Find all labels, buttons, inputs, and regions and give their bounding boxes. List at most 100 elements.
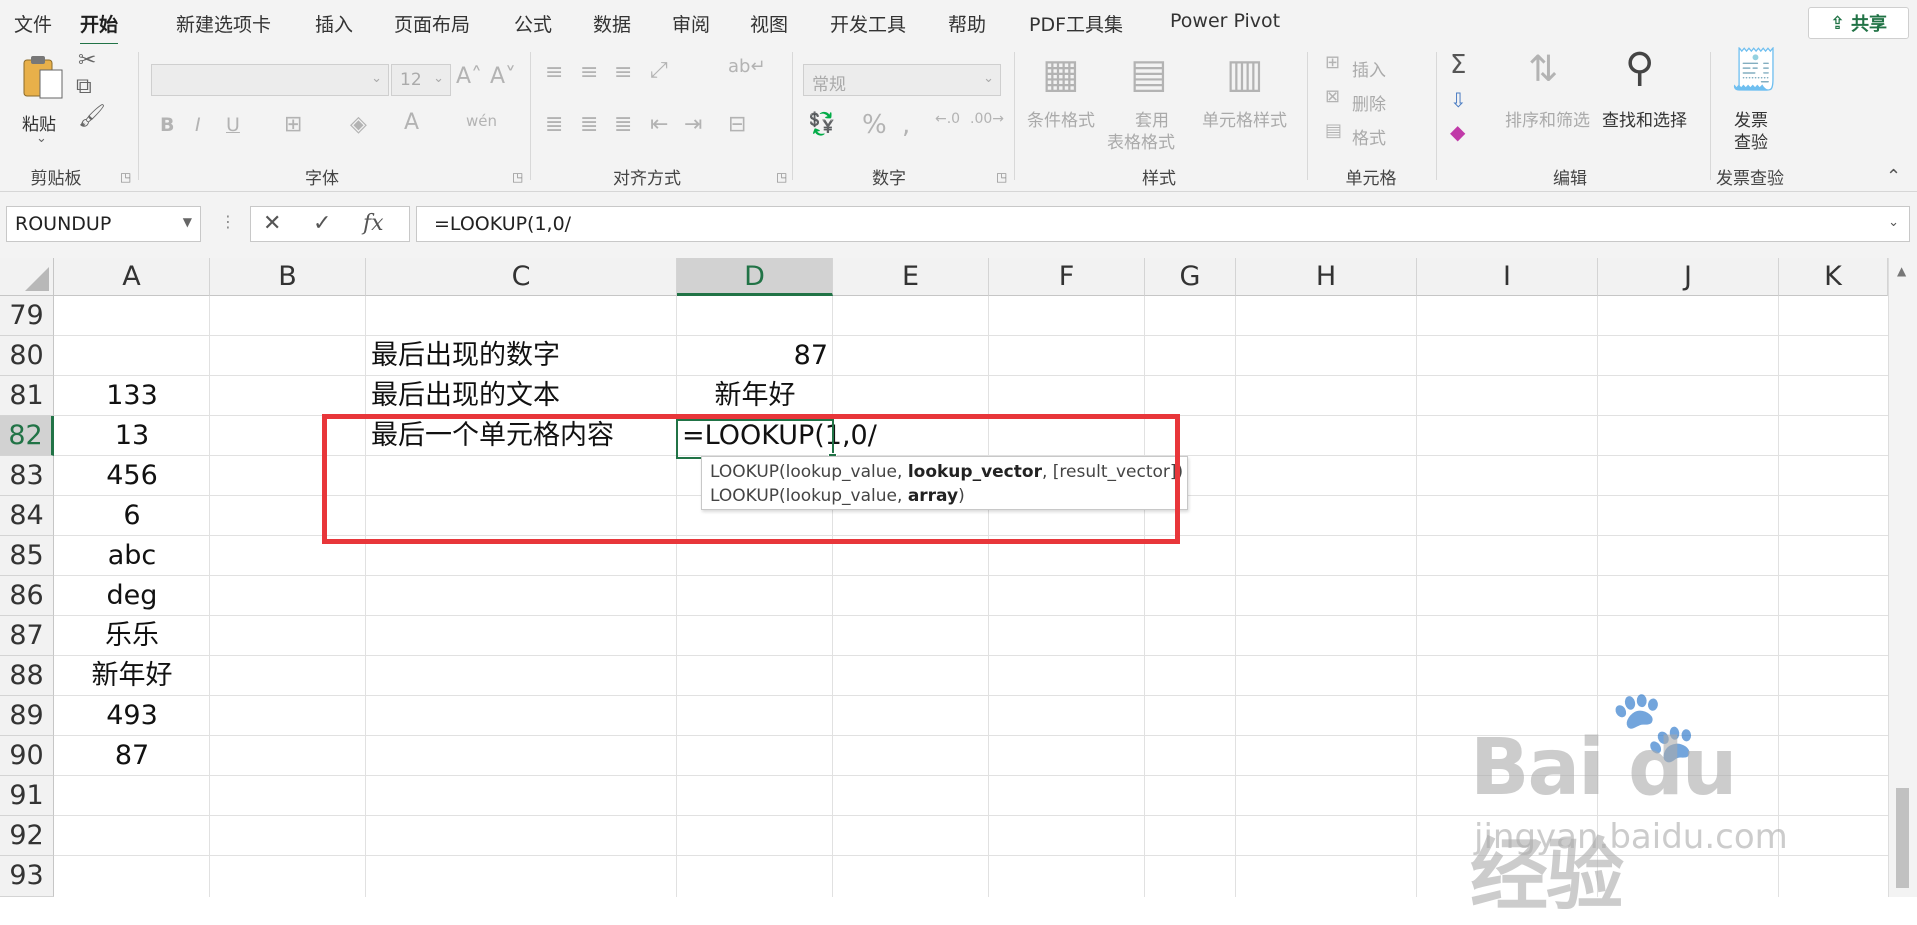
tab-formulas[interactable]: 公式 [514, 10, 552, 37]
clear-icon[interactable]: ◆ [1450, 122, 1465, 142]
font-size-select[interactable]: 12 ⌄ [391, 64, 451, 96]
vertical-scrollbar[interactable]: ▲ [1888, 258, 1917, 897]
decrease-indent-icon[interactable]: ⇤ [650, 114, 668, 136]
column-header-h[interactable]: H [1236, 258, 1417, 296]
align-left-icon[interactable]: ≣ [545, 114, 563, 136]
launcher-icon[interactable]: ◳ [512, 170, 523, 184]
row-header-79[interactable]: 79 [0, 296, 54, 336]
cell-a84[interactable]: 6 [54, 496, 210, 536]
autosum-icon[interactable]: Σ [1450, 52, 1466, 78]
column-header-i[interactable]: I [1417, 258, 1598, 296]
paste-button[interactable]: 粘贴 ⌄ [14, 50, 74, 150]
row-header-83[interactable]: 83 [0, 456, 54, 496]
column-header-k[interactable]: K [1779, 258, 1888, 296]
launcher-icon[interactable]: ◳ [120, 170, 131, 184]
align-top-icon[interactable]: ≡ [545, 62, 563, 84]
format-painter-icon[interactable]: 🖌 [78, 106, 106, 128]
fill-icon[interactable]: ⇩ [1450, 90, 1467, 110]
tab-help[interactable]: 帮助 [948, 10, 986, 37]
wrap-text-icon[interactable]: ab↵ [728, 58, 766, 76]
find-select-button[interactable]: 查找和选择 [1602, 106, 1687, 131]
row-header-90[interactable]: 90 [0, 736, 54, 776]
tab-developer[interactable]: 开发工具 [830, 10, 906, 37]
conditional-format-icon[interactable]: ▦ [1042, 54, 1080, 94]
expand-icon[interactable]: ⌄ [1888, 215, 1899, 230]
comma-icon[interactable]: , [902, 112, 910, 138]
format-cells-button[interactable]: 格式 [1352, 124, 1386, 149]
row-header-82[interactable]: 82 [0, 416, 54, 456]
row-header-89[interactable]: 89 [0, 696, 54, 736]
launcher-icon[interactable]: ◳ [776, 170, 787, 184]
launcher-icon[interactable]: ◳ [996, 170, 1007, 184]
cell-d80[interactable]: 87 [677, 336, 828, 376]
increase-indent-icon[interactable]: ⇥ [684, 114, 702, 136]
row-header-84[interactable]: 84 [0, 496, 54, 536]
insert-function-icon[interactable]: fx [363, 211, 384, 236]
percent-icon[interactable]: % [862, 112, 887, 138]
cell-a86[interactable]: deg [54, 576, 210, 616]
row-header-87[interactable]: 87 [0, 616, 54, 656]
row-header-80[interactable]: 80 [0, 336, 54, 376]
formula-input[interactable]: =LOOKUP(1,0/ ⌄ [416, 206, 1910, 242]
row-header-93[interactable]: 93 [0, 856, 54, 897]
align-bottom-icon[interactable]: ≡ [614, 62, 632, 84]
orientation-icon[interactable]: ⤢ [650, 60, 668, 82]
cell-a82[interactable]: 13 [54, 416, 210, 456]
tab-insert[interactable]: 插入 [315, 10, 353, 37]
row-header-91[interactable]: 91 [0, 776, 54, 816]
bold-button[interactable]: B [160, 116, 174, 135]
cell-a85[interactable]: abc [54, 536, 210, 576]
insert-cells-button[interactable]: 插入 [1352, 56, 1386, 81]
number-format-select[interactable]: 常规 ⌄ [803, 64, 1001, 96]
align-center-icon[interactable]: ≣ [580, 114, 598, 136]
column-header-f[interactable]: F [989, 258, 1145, 296]
border-icon[interactable]: ⊞ [284, 114, 302, 136]
cell-styles-button[interactable]: 单元格样式 [1202, 106, 1287, 131]
delete-cells-button[interactable]: 删除 [1352, 90, 1386, 115]
cell-c81[interactable]: 最后出现的文本 [371, 376, 560, 416]
tab-file[interactable]: 文件 [14, 10, 52, 37]
align-right-icon[interactable]: ≣ [614, 114, 632, 136]
collapse-ribbon-icon[interactable]: ⌃ [1886, 166, 1901, 187]
tab-home[interactable]: 开始 [80, 10, 119, 46]
enter-icon[interactable]: ✓ [313, 211, 331, 236]
underline-button[interactable]: U [226, 116, 240, 135]
search-icon[interactable]: ⚲ [1625, 48, 1654, 88]
phonetic-icon[interactable]: wén [466, 114, 497, 129]
column-header-j[interactable]: J [1598, 258, 1779, 296]
row-header-85[interactable]: 85 [0, 536, 54, 576]
format-cells-icon[interactable]: ▤ [1325, 122, 1342, 140]
invoice-label-2[interactable]: 查验 [1734, 128, 1768, 153]
column-header-d[interactable]: D [677, 258, 833, 296]
copy-icon[interactable]: ⧉ [76, 76, 92, 98]
invoice-check-icon[interactable]: 🧾 [1730, 50, 1780, 90]
tab-view[interactable]: 视图 [750, 10, 788, 37]
column-header-b[interactable]: B [210, 258, 366, 296]
scroll-up-icon[interactable]: ▲ [1897, 264, 1906, 278]
increase-font-icon[interactable]: A˄ [456, 66, 482, 88]
fill-color-icon[interactable]: ◈ [350, 114, 367, 136]
tab-pdf-tools[interactable]: PDF工具集 [1029, 10, 1123, 37]
scroll-thumb[interactable] [1896, 788, 1909, 888]
cell-a89[interactable]: 493 [54, 696, 210, 736]
tab-page-layout[interactable]: 页面布局 [394, 10, 470, 37]
resize-handle-icon[interactable]: ⋮ [220, 212, 236, 231]
cell-c80[interactable]: 最后出现的数字 [371, 336, 560, 376]
cell-d81[interactable]: 新年好 [677, 376, 833, 416]
column-header-c[interactable]: C [366, 258, 677, 296]
format-table-icon[interactable]: ▤ [1130, 54, 1168, 94]
cell-a81[interactable]: 133 [54, 376, 210, 416]
font-name-select[interactable]: ⌄ [151, 64, 389, 96]
cell-a88[interactable]: 新年好 [54, 656, 210, 696]
tab-new-tab[interactable]: 新建选项卡 [176, 10, 271, 37]
row-header-81[interactable]: 81 [0, 376, 54, 416]
tab-review[interactable]: 审阅 [672, 10, 710, 37]
share-button[interactable]: ⇪ 共享 [1808, 7, 1909, 39]
row-header-86[interactable]: 86 [0, 576, 54, 616]
format-table-button[interactable]: 表格格式 [1107, 128, 1175, 153]
decrease-decimal-icon[interactable]: .00→ [970, 112, 1004, 126]
increase-decimal-icon[interactable]: ←.0 [935, 112, 960, 126]
cell-styles-icon[interactable]: ▥ [1226, 54, 1264, 94]
name-box[interactable]: ROUNDUP ▼ [6, 206, 201, 242]
font-color-icon[interactable]: A [404, 112, 419, 134]
